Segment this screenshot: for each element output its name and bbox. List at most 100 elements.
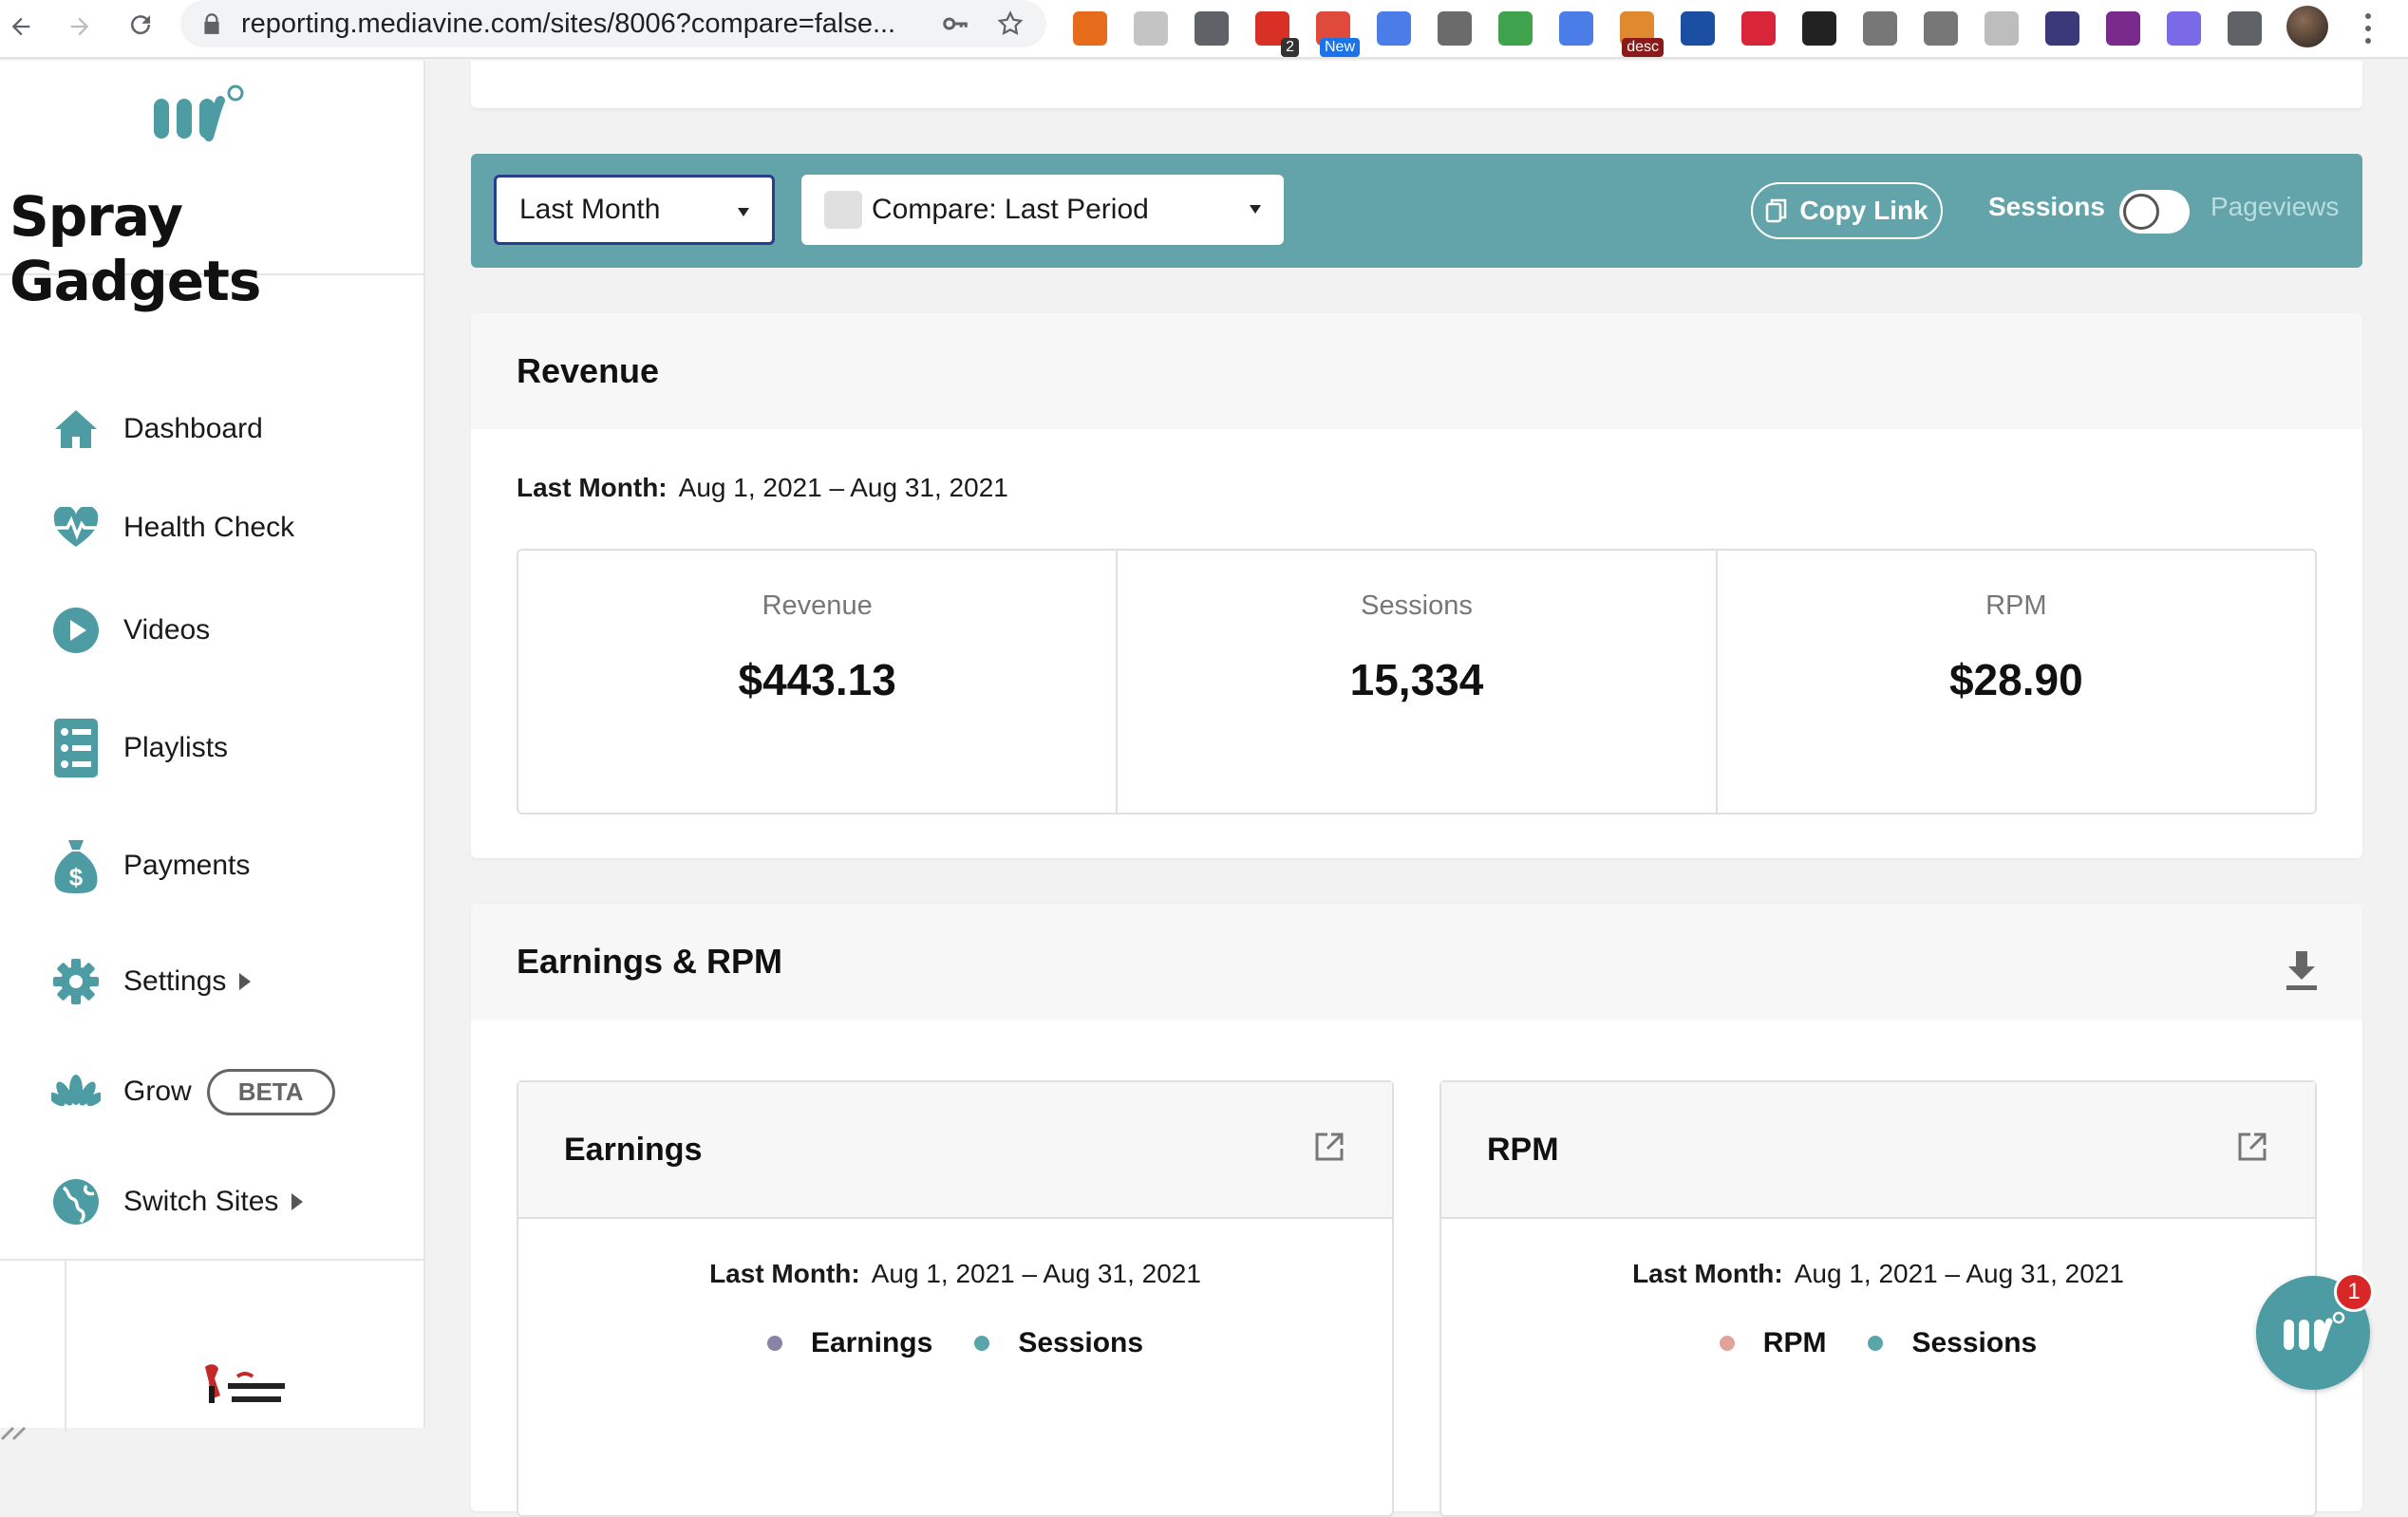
- metric-revenue: Revenue $443.13: [518, 551, 1119, 813]
- camera-extension-icon[interactable]: [1924, 11, 1958, 46]
- link-extension-icon[interactable]: [1559, 11, 1593, 46]
- divider: [65, 1261, 66, 1432]
- calendar-extension-icon[interactable]: [2045, 11, 2079, 46]
- legend-label: Sessions: [1018, 1327, 1144, 1358]
- avatar[interactable]: [2286, 6, 2328, 47]
- compare-checkbox[interactable]: [824, 191, 862, 229]
- open-external-icon[interactable]: [1314, 1132, 1345, 1162]
- back-icon[interactable]: [2, 8, 40, 46]
- swirl-extension-icon[interactable]: [1134, 11, 1168, 46]
- sidebar-item-playlists[interactable]: Playlists: [49, 719, 229, 777]
- pageviews-toggle-label[interactable]: Pageviews: [2210, 192, 2339, 222]
- legend-item-sessions[interactable]: Sessions: [1868, 1327, 2037, 1359]
- svg-text:$: $: [69, 863, 84, 891]
- sessions-pageviews-toggle[interactable]: [2119, 190, 2190, 234]
- copy-link-label: Copy Link: [1799, 196, 1928, 225]
- chat-notification-badge: 1: [2334, 1272, 2374, 1312]
- open-external-icon[interactable]: [2237, 1132, 2267, 1162]
- sidebar-item-label: Switch Sites: [123, 1186, 279, 1217]
- sidebar-item-dashboard[interactable]: Dashboard: [49, 401, 263, 458]
- filter-bar: Last Month Compare: Last Period Copy Lin…: [471, 154, 2362, 268]
- legend-item-earnings[interactable]: Earnings: [766, 1327, 933, 1359]
- seo-extension-icon[interactable]: [1073, 11, 1107, 46]
- browser-toolbar: reporting.mediavine.com/sites/8006?compa…: [0, 0, 2408, 59]
- earnings-period: Last Month: Aug 1, 2021 – Aug 31, 2021: [518, 1259, 1392, 1289]
- copy-link-button[interactable]: Copy Link: [1751, 182, 1943, 239]
- purple-extension-icon[interactable]: [2106, 11, 2140, 46]
- list-icon: [49, 719, 103, 777]
- sessions-toggle-label[interactable]: Sessions: [1988, 192, 2105, 222]
- extensions-bar: 2 New desc: [1073, 6, 2288, 57]
- legend-dot: [1868, 1336, 1884, 1351]
- period-label: Last Month:: [709, 1259, 860, 1288]
- pocket-extension-icon[interactable]: [1195, 11, 1229, 46]
- compare-value: Compare: Last Period: [872, 194, 1149, 225]
- sidebar-item-videos[interactable]: Videos: [49, 602, 210, 659]
- forward-icon[interactable]: [61, 8, 99, 46]
- extension-badge: New: [1319, 38, 1360, 57]
- print-extension-icon[interactable]: [1498, 11, 1533, 46]
- sidebar-item-switch-sites[interactable]: Switch Sites: [49, 1173, 304, 1230]
- check-extension-icon[interactable]: [1802, 11, 1836, 46]
- red-extension-icon[interactable]: 2: [1255, 11, 1299, 57]
- reload-icon[interactable]: [122, 6, 160, 44]
- period-range: Aug 1, 2021 – Aug 31, 2021: [871, 1259, 1201, 1288]
- plane-extension-icon[interactable]: [1681, 11, 1715, 46]
- sidebar-item-label: Grow: [123, 1076, 192, 1107]
- chat-extension-icon[interactable]: [1438, 11, 1472, 46]
- rpm-period: Last Month: Aug 1, 2021 – Aug 31, 2021: [1441, 1259, 2315, 1289]
- collapse-sidebar-icon[interactable]: [0, 1413, 38, 1450]
- snowflake-extension-icon[interactable]: [2167, 11, 2201, 46]
- date-range-select[interactable]: Last Month: [494, 175, 775, 245]
- lotus-icon: [49, 1065, 103, 1118]
- legend-item-sessions[interactable]: Sessions: [974, 1327, 1143, 1359]
- legend-label: RPM: [1762, 1327, 1827, 1358]
- desc-extension-icon[interactable]: desc: [1620, 11, 1664, 57]
- more-menu-icon[interactable]: [2357, 9, 2380, 47]
- sidebar-item-payments[interactable]: $ Payments: [49, 837, 250, 894]
- key-icon[interactable]: [938, 7, 972, 41]
- sidebar-item-label: Dashboard: [123, 413, 263, 444]
- revenue-metrics: Revenue $443.13 Sessions 15,334 RPM $28.…: [517, 549, 2317, 815]
- metric-value: $443.13: [738, 655, 896, 704]
- sidebar-item-grow[interactable]: Grow BETA: [49, 1063, 335, 1120]
- legend-dot: [974, 1336, 990, 1351]
- rpm-chart-title: RPM: [1487, 1131, 1559, 1168]
- metric-label: Revenue: [762, 590, 873, 621]
- metric-value: $28.90: [1948, 655, 2083, 704]
- blue-folder-extension-icon[interactable]: [1377, 11, 1411, 46]
- legend-label: Earnings: [810, 1327, 933, 1358]
- period-range: Aug 1, 2021 – Aug 31, 2021: [678, 473, 1008, 502]
- earnings-rpm-title: Earnings & RPM: [471, 904, 2362, 1020]
- chrome-extension-icon[interactable]: New: [1316, 11, 1360, 57]
- download-icon[interactable]: [2283, 949, 2321, 991]
- top-card-edge: [471, 61, 2362, 108]
- chevron-right-icon: [292, 1193, 304, 1210]
- chevron-right-icon: [239, 973, 252, 990]
- legend-label: Sessions: [1911, 1327, 2038, 1358]
- sidebar-item-settings[interactable]: Settings: [49, 953, 252, 1010]
- sidebar-item-label: Playlists: [123, 732, 229, 763]
- bookmark-star-icon[interactable]: [993, 7, 1027, 41]
- legend-item-rpm[interactable]: RPM: [1719, 1327, 1827, 1359]
- caret-down-icon: [1250, 205, 1261, 214]
- metric-label: RPM: [1985, 590, 2047, 621]
- metric-sessions: Sessions 15,334: [1118, 551, 1718, 813]
- arrow-extension-icon[interactable]: [1741, 11, 1776, 46]
- legend-dot: [766, 1336, 782, 1351]
- sidebar-item-label: Settings: [123, 965, 227, 997]
- address-bar[interactable]: reporting.mediavine.com/sites/8006?compa…: [180, 0, 1046, 47]
- puzzle-extension-icon[interactable]: [2228, 11, 2262, 46]
- sidebar-item-health-check[interactable]: Health Check: [49, 499, 294, 556]
- earnings-rpm-card: Earnings & RPM Earnings Last Month: Aug 1…: [471, 904, 2362, 1517]
- mediavine-logo-icon[interactable]: [150, 80, 249, 146]
- revenue-period: Last Month: Aug 1, 2021 – Aug 31, 2021: [517, 473, 1008, 503]
- site-logo-icon[interactable]: [199, 1358, 291, 1414]
- k-extension-icon[interactable]: [1985, 11, 2019, 46]
- beta-badge: BETA: [206, 1068, 335, 1115]
- compare-select[interactable]: Compare: Last Period: [801, 175, 1284, 245]
- mail-extension-icon[interactable]: [1863, 11, 1897, 46]
- earnings-chart-card: Earnings Last Month: Aug 1, 2021 – Aug 31…: [517, 1080, 1394, 1517]
- site-name: Spray Gadgets: [9, 184, 261, 313]
- sidebar: Spray Gadgets Dashboard Health Check Vid…: [0, 61, 425, 1441]
